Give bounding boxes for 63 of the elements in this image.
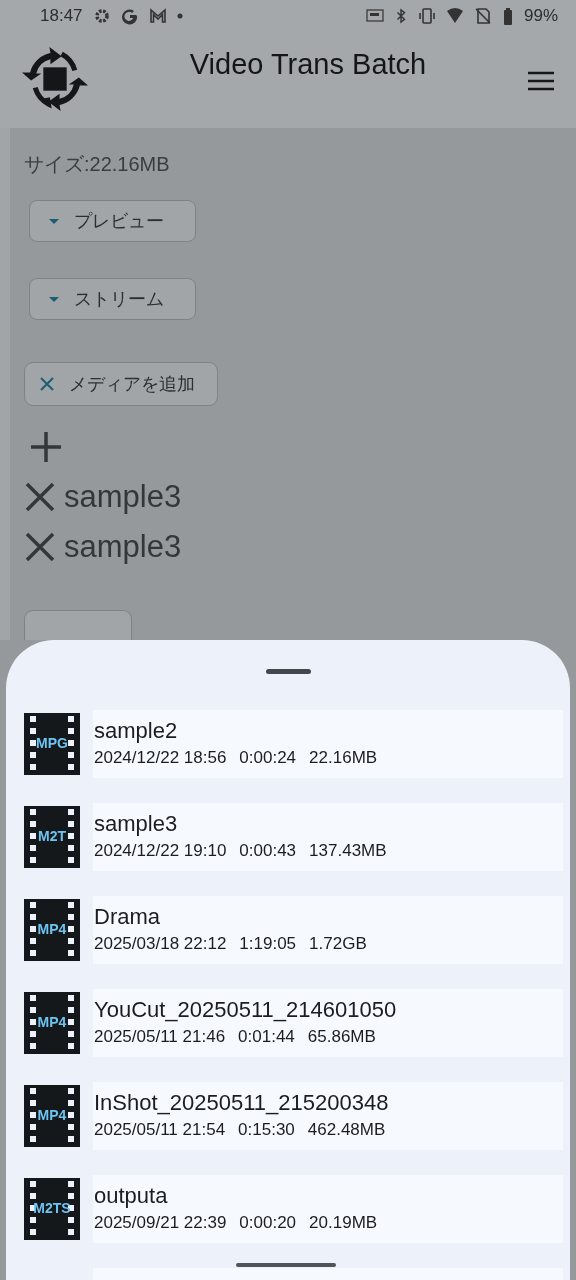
file-date: 2025/05/11 21:46 xyxy=(94,1026,226,1048)
expander-button[interactable]: プレビュー xyxy=(29,200,196,242)
file-list-item[interactable]: InShot_20250511_215200348 2025/05/11 21:54 0:15:30 462.48MB xyxy=(93,1082,563,1150)
add-media-chip[interactable]: メディアを追加 xyxy=(24,362,218,406)
film-icon: M2TS xyxy=(24,1178,80,1240)
file-duration: 0:15:30 xyxy=(238,1119,295,1141)
file-list-item[interactable]: Drama 2025/03/18 22:12 1:19:05 1.72GB xyxy=(93,896,563,964)
file-size: 65.86MB xyxy=(307,1026,376,1048)
drag-handle[interactable] xyxy=(265,669,311,674)
file-name: sample2 xyxy=(94,717,179,745)
detail-text: サイズ:22.16MB xyxy=(24,152,171,177)
close-icon xyxy=(39,376,55,392)
file-name: outputa xyxy=(94,1182,169,1210)
menu-icon[interactable] xyxy=(528,71,554,91)
settings-icon xyxy=(92,7,111,25)
file-name: Drama xyxy=(94,903,161,931)
file-name: InShot_20250511_215200348 xyxy=(94,1089,390,1117)
file-date: 2024/12/22 19:10 xyxy=(94,840,227,862)
file-duration: 1:19:05 xyxy=(239,933,297,955)
remove-icon[interactable] xyxy=(24,481,56,513)
add-icon[interactable] xyxy=(30,430,62,464)
film-icon: MPG xyxy=(24,713,80,775)
app-logo-icon xyxy=(22,46,88,112)
display-icon xyxy=(365,7,384,25)
media-name: sample3 xyxy=(64,479,182,515)
file-duration: 0:01:44 xyxy=(238,1026,295,1048)
expander-button[interactable]: ストリーム xyxy=(29,278,196,320)
file-duration: 0:00:20 xyxy=(239,1212,297,1234)
file-list-item[interactable]: sample2 2024/12/22 18:56 0:00:24 22.16MB xyxy=(93,710,563,778)
file-date: 2025/05/11 21:54 xyxy=(94,1119,226,1141)
file-size: 462.48MB xyxy=(307,1119,386,1141)
remove-icon[interactable] xyxy=(24,531,56,563)
film-icon: MP4 xyxy=(24,1085,80,1147)
file-size: 22.16MB xyxy=(309,747,378,769)
file-duration: 0:00:24 xyxy=(239,747,297,769)
status-time: 18:47 xyxy=(40,6,83,26)
file-size: 20.19MB xyxy=(309,1212,378,1234)
film-icon: MP4 xyxy=(24,899,80,961)
file-name: sample3 xyxy=(94,810,179,838)
file-date: 2025/09/21 22:39 xyxy=(94,1212,227,1234)
film-icon: M2T xyxy=(24,806,80,868)
media-name: sample3 xyxy=(64,529,182,565)
vibrate-icon xyxy=(417,7,436,25)
battery-percent: 99% xyxy=(523,6,558,26)
file-list-item[interactable]: sample3 2024/12/22 19:10 0:00:43 137.43MB xyxy=(93,803,563,871)
file-list-item[interactable]: outputa 2025/09/21 22:39 0:00:20 20.19MB xyxy=(93,1175,563,1243)
g-letter-icon xyxy=(120,7,139,25)
caret-down-icon xyxy=(48,294,60,304)
file-list-item[interactable]: YouCut_20250511_214601050 2025/05/11 21:46 0:01:44 65.86MB xyxy=(93,989,563,1057)
caret-down-icon xyxy=(48,216,60,226)
file-size: 1.72GB xyxy=(309,933,367,955)
dot-icon xyxy=(176,13,183,19)
battery-icon xyxy=(501,7,514,25)
file-duration: 0:00:43 xyxy=(239,840,297,862)
app-title: Video Trans Batch xyxy=(188,48,428,81)
file-date: 2025/03/18 22:12 xyxy=(94,933,227,955)
file-date: 2024/12/22 18:56 xyxy=(94,747,227,769)
mail-icon xyxy=(148,7,167,25)
file-size: 137.43MB xyxy=(309,840,387,862)
film-icon: MP4 xyxy=(24,992,80,1054)
wifi-icon xyxy=(445,7,464,25)
no-sim-icon xyxy=(473,7,492,25)
file-name: YouCut_20250511_214601050 xyxy=(94,996,398,1024)
